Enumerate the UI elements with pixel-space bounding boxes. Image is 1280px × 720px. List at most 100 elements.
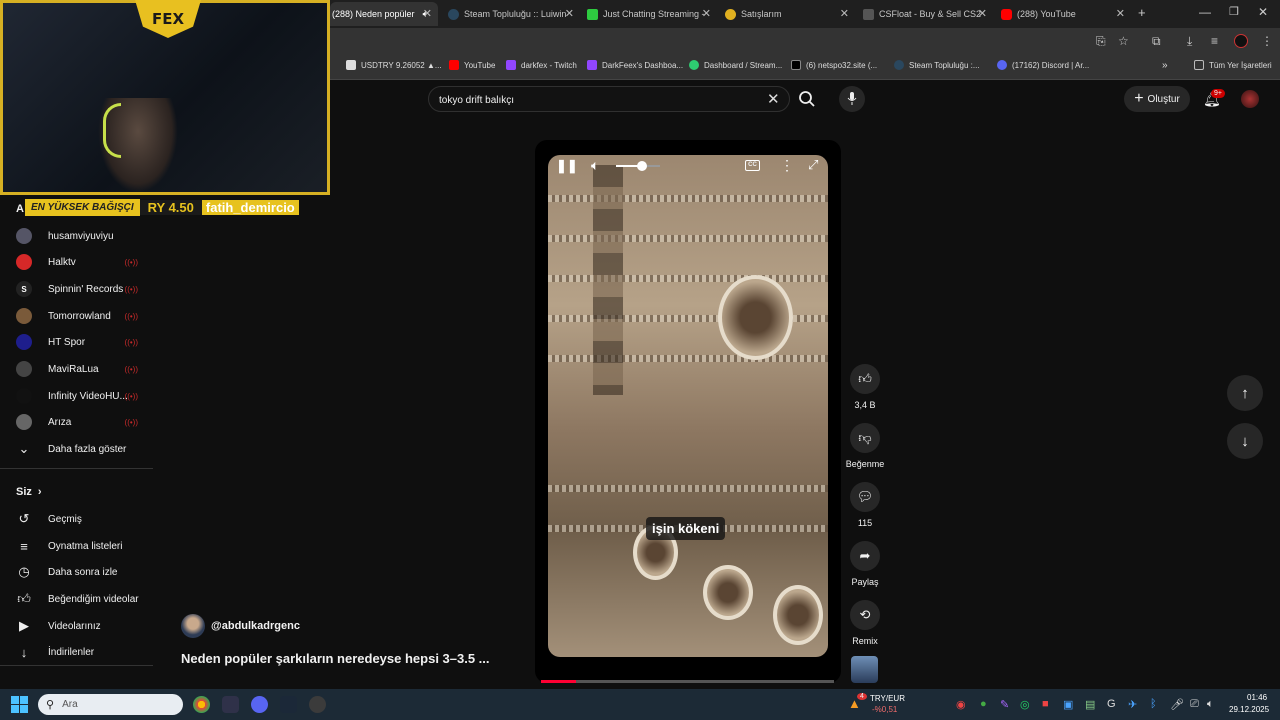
sidebar-item-spinnin[interactable]: S Spinnin' Records ((•)) (16, 278, 156, 300)
next-video-button[interactable]: ↓ (1227, 423, 1263, 459)
tray-app-icon[interactable]: G (1107, 698, 1116, 710)
account-avatar[interactable] (1241, 90, 1259, 108)
sidebar-item-htspor[interactable]: HT Spor ((•)) (16, 331, 156, 353)
bluetooth-icon[interactable]: ᛒ (1150, 698, 1157, 710)
sidebar-item-liked-videos[interactable]: 👍︎ Beğendiğim videolar (16, 588, 156, 610)
close-tab-icon[interactable]: ✕ (565, 7, 574, 20)
obs-icon[interactable] (309, 696, 326, 713)
bookmark-discord[interactable]: (17162) Discord | Ar... (997, 60, 1089, 70)
app-icon[interactable] (222, 696, 239, 713)
sidebar-item-husamviyuviyu[interactable]: husamviyuviyu (16, 225, 156, 247)
search-button[interactable] (798, 90, 816, 112)
chrome-icon[interactable] (193, 696, 210, 713)
captions-button[interactable]: CC (745, 160, 760, 171)
sidebar-item-watch-later[interactable]: ◷ Daha sonra izle (16, 561, 156, 583)
tab-twitch-streaming[interactable]: Just Chatting Streaming - ✕ (587, 2, 717, 26)
tray-app-icon[interactable]: ▣ (1063, 698, 1073, 711)
video-title[interactable]: Neden popüler şarkıların neredeyse hepsi… (181, 651, 490, 666)
previous-video-button[interactable]: ↑ (1227, 375, 1263, 411)
sidebar-item-infinity[interactable]: Infinity VideoHU... ((•)) (16, 385, 156, 407)
new-tab-button[interactable]: + (1138, 5, 1146, 20)
close-tab-icon[interactable]: ✕ (840, 7, 849, 20)
tab-youtube-current[interactable]: (288) Neden popüler 🔈︎ ✕ (330, 2, 438, 26)
tray-app-icon[interactable]: ● (980, 698, 987, 710)
bookmark-twitch[interactable]: darkfex - Twitch (506, 60, 577, 70)
sidebar-item-downloads[interactable]: ↓ İndirilenler (16, 641, 156, 663)
whatsapp-icon[interactable]: ◎ (1020, 698, 1030, 711)
show-more-button[interactable]: ⌄ Daha fazla göster (16, 438, 156, 460)
bookmark-star-icon[interactable]: ☆ (1118, 34, 1129, 48)
voice-search-button[interactable] (839, 86, 865, 112)
taskbar-search[interactable]: ⚲ Ara (38, 694, 183, 715)
tab-youtube[interactable]: (288) YouTube ✕ (1001, 2, 1131, 26)
currency-label[interactable]: TRY/EUR (870, 694, 905, 703)
tray-app-icon[interactable]: ▤ (1085, 698, 1095, 711)
sidebar-item-maviralua[interactable]: MaviRaLua ((•)) (16, 358, 156, 380)
search-input[interactable] (439, 91, 759, 109)
bookmark-stream-dashboard[interactable]: Dashboard / Stream... (689, 60, 782, 70)
sidebar-item-tomorrowland[interactable]: Tomorrowland ((•)) (16, 305, 156, 327)
bookmark-usdtry[interactable]: USDTRY 9.26052 ▲... (346, 60, 442, 70)
comments-button[interactable]: 💬︎ 115 (845, 482, 885, 528)
menu-icon[interactable]: ⋮ (1261, 34, 1273, 48)
dislike-button[interactable]: 👎︎ Beğenme (845, 423, 885, 469)
close-tab-icon[interactable]: ✕ (1116, 7, 1125, 20)
extensions-icon[interactable]: ⧉ (1152, 34, 1161, 49)
sidebar-item-playlists[interactable]: ≡ Oynatma listeleri (16, 535, 156, 557)
volume-button[interactable]: 🔈︎ (591, 157, 599, 174)
tray-app-icon[interactable]: ✎ (1000, 698, 1009, 711)
close-tab-icon[interactable]: ✕ (702, 7, 711, 20)
video-progress-bar[interactable] (541, 680, 834, 683)
notifications-button[interactable]: 🔔︎ 9+ (1203, 89, 1225, 108)
bookmark-steam[interactable]: Steam Topluluğu :... (894, 60, 980, 70)
maximize-button[interactable]: ❐ (1229, 5, 1239, 18)
channel-avatar[interactable] (181, 614, 205, 638)
sidebar-item-history[interactable]: ↺ Geçmiş (16, 508, 156, 530)
search-box[interactable]: ✕ (428, 86, 790, 112)
windows-start-button[interactable] (11, 696, 28, 713)
remix-button[interactable]: ⟲ Remix (845, 600, 885, 646)
clock-date[interactable]: 29.12.2025 (1229, 705, 1269, 714)
minimize-button[interactable]: — (1199, 5, 1211, 19)
tray-app-icon[interactable]: ✈ (1128, 698, 1137, 711)
bookmark-x[interactable]: (6) netspo32.site (... (791, 60, 877, 70)
install-app-icon[interactable]: ⎘ (1096, 34, 1106, 49)
more-bookmarks-icon[interactable]: » (1162, 60, 1168, 71)
channel-handle[interactable]: @abdulkadrgenc (211, 620, 300, 632)
clear-search-icon[interactable]: ✕ (767, 90, 780, 108)
volume-slider[interactable] (616, 161, 660, 171)
sidebar-item-your-videos[interactable]: ▶ Videolarınız (16, 615, 156, 637)
more-options-button[interactable]: ⋮ (780, 157, 794, 174)
weather-widget-icon[interactable]: ▲ 4 (848, 693, 867, 712)
volume-icon[interactable]: 🔈︎ (1207, 698, 1214, 711)
steam-icon[interactable] (280, 696, 297, 713)
tab-steam[interactable]: Steam Topluluğu :: Luiwin ✕ (448, 2, 580, 26)
fullscreen-button[interactable]: ⤢ (808, 157, 818, 173)
microphone-icon[interactable]: 🎤︎ (1170, 698, 1184, 711)
sound-thumbnail[interactable] (851, 656, 878, 683)
discord-icon[interactable] (251, 696, 268, 713)
profile-avatar[interactable] (1234, 34, 1248, 48)
tab-csfloat[interactable]: CSFloat - Buy & Sell CS2 ✕ (863, 2, 993, 26)
bookmark-youtube[interactable]: YouTube (449, 60, 495, 70)
tray-app-icon[interactable]: ■ (1042, 698, 1049, 710)
close-window-button[interactable]: ✕ (1258, 5, 1268, 19)
tab-search-icon[interactable]: ≡ (1211, 34, 1218, 48)
bookmark-dashboard[interactable]: DarkFeex's Dashboa... (587, 60, 683, 70)
share-button[interactable]: ➦ Paylaş (845, 541, 885, 587)
sidebar-item-halktv[interactable]: Halktv ((•)) (16, 251, 156, 273)
pause-button[interactable]: ❚❚ (556, 158, 578, 174)
tray-app-icon[interactable]: ◉ (956, 698, 966, 711)
sidebar-item-ariza[interactable]: Arıza ((•)) (16, 411, 156, 433)
create-button[interactable]: + Oluştur (1124, 86, 1190, 112)
like-button[interactable]: 👍︎ 3,4 B (845, 364, 885, 410)
video-frame-image[interactable] (548, 155, 828, 657)
close-tab-icon[interactable]: ✕ (978, 7, 987, 20)
clock-time[interactable]: 01:46 (1247, 693, 1267, 702)
close-tab-icon[interactable]: ✕ (423, 7, 432, 20)
downloads-icon[interactable]: ⤓ (1187, 34, 1192, 49)
you-section-title[interactable]: Siz › (16, 481, 156, 503)
network-icon[interactable]: ⎚ (1190, 698, 1199, 711)
tab-sales[interactable]: Satışlarım ✕ (725, 2, 855, 26)
all-bookmarks[interactable]: Tüm Yer İşaretleri (1194, 60, 1272, 70)
